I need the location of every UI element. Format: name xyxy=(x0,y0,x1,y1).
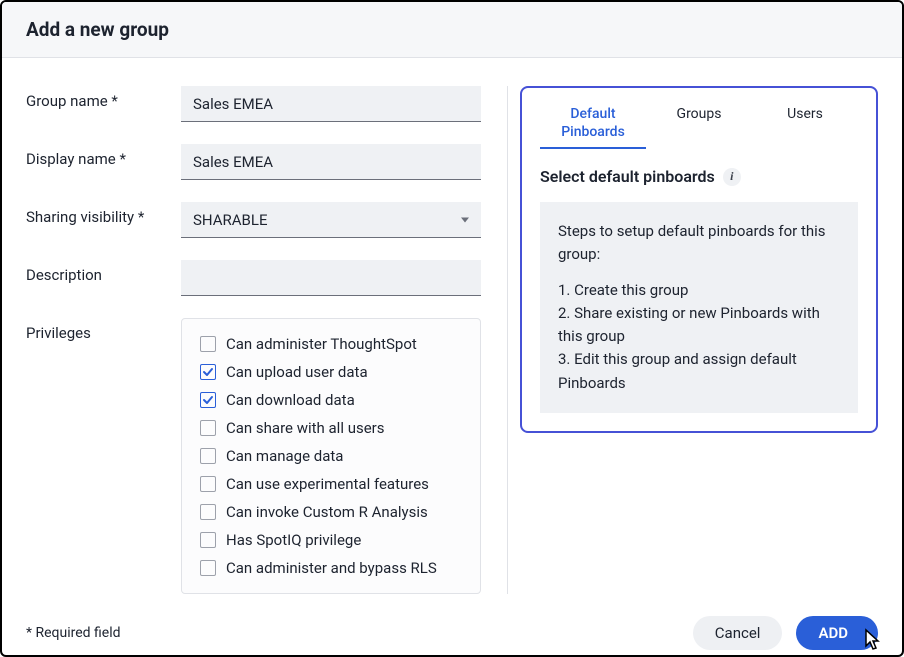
chevron-down-icon xyxy=(461,218,469,223)
privilege-item[interactable]: Can upload user data xyxy=(200,363,462,381)
step-3: 3. Edit this group and assign default Pi… xyxy=(558,348,840,395)
privilege-item[interactable]: Can administer and bypass RLS xyxy=(200,559,462,577)
form-column: Group name * Display name * Sharing visi… xyxy=(26,86,501,594)
steps-box: Steps to setup default pinboards for thi… xyxy=(540,202,858,413)
privilege-label: Can share with all users xyxy=(226,419,384,437)
privilege-label: Can upload user data xyxy=(226,363,368,381)
modal-title: Add a new group xyxy=(26,18,878,41)
steps-intro: Steps to setup default pinboards for thi… xyxy=(558,220,840,267)
section-title-row: Select default pinboards i xyxy=(540,167,858,186)
display-name-input[interactable] xyxy=(181,144,481,180)
privilege-label: Has SpotIQ privilege xyxy=(226,531,361,549)
privilege-item[interactable]: Can invoke Custom R Analysis xyxy=(200,503,462,521)
checkbox-checked-icon[interactable] xyxy=(200,364,216,380)
default-pinboards-panel: DefaultPinboardsGroupsUsers Select defau… xyxy=(520,86,878,433)
privilege-item[interactable]: Can manage data xyxy=(200,447,462,465)
row-display-name: Display name * xyxy=(26,144,481,180)
privilege-label: Can download data xyxy=(226,391,355,409)
right-column: DefaultPinboardsGroupsUsers Select defau… xyxy=(514,86,878,594)
section-title: Select default pinboards xyxy=(540,167,715,186)
label-group-name: Group name * xyxy=(26,86,181,110)
checkbox-icon[interactable] xyxy=(200,420,216,436)
checkbox-icon[interactable] xyxy=(200,504,216,520)
add-button[interactable]: ADD xyxy=(796,616,878,650)
sharing-visibility-value: SHARABLE xyxy=(193,211,268,229)
add-group-modal: Add a new group Group name * Display nam… xyxy=(0,0,904,657)
info-icon[interactable]: i xyxy=(723,168,741,186)
cancel-button[interactable]: Cancel xyxy=(693,616,783,650)
panel-tabs: DefaultPinboardsGroupsUsers xyxy=(540,100,858,149)
row-privileges: Privileges Can administer ThoughtSpotCan… xyxy=(26,318,481,594)
privilege-label: Can use experimental features xyxy=(226,475,429,493)
privilege-label: Can invoke Custom R Analysis xyxy=(226,503,428,521)
privilege-label: Can administer and bypass RLS xyxy=(226,559,437,577)
group-name-input[interactable] xyxy=(181,86,481,122)
row-group-name: Group name * xyxy=(26,86,481,122)
cursor-icon xyxy=(862,628,884,656)
required-field-note: * Required field xyxy=(26,625,121,641)
step-2: 2. Share existing or new Pinboards with … xyxy=(558,302,840,349)
tab-default-pinboards[interactable]: DefaultPinboards xyxy=(540,100,646,149)
description-input[interactable] xyxy=(181,260,481,296)
privilege-item[interactable]: Can download data xyxy=(200,391,462,409)
row-sharing-visibility: Sharing visibility * SHARABLE xyxy=(26,202,481,238)
label-privileges: Privileges xyxy=(26,318,181,342)
modal-body: Group name * Display name * Sharing visi… xyxy=(2,58,902,604)
label-description: Description xyxy=(26,260,181,284)
privilege-item[interactable]: Can use experimental features xyxy=(200,475,462,493)
checkbox-checked-icon[interactable] xyxy=(200,392,216,408)
checkbox-icon[interactable] xyxy=(200,448,216,464)
modal-footer: * Required field Cancel ADD xyxy=(2,604,902,657)
tab-users[interactable]: Users xyxy=(752,100,858,149)
privilege-label: Can administer ThoughtSpot xyxy=(226,335,417,353)
checkbox-icon[interactable] xyxy=(200,476,216,492)
label-display-name: Display name * xyxy=(26,144,181,168)
privilege-item[interactable]: Can share with all users xyxy=(200,419,462,437)
tab-groups[interactable]: Groups xyxy=(646,100,752,149)
row-description: Description xyxy=(26,260,481,296)
privilege-item[interactable]: Has SpotIQ privilege xyxy=(200,531,462,549)
vertical-divider xyxy=(507,86,508,594)
sharing-visibility-select[interactable]: SHARABLE xyxy=(181,202,481,238)
privilege-item[interactable]: Can administer ThoughtSpot xyxy=(200,335,462,353)
privileges-box: Can administer ThoughtSpot Can upload use… xyxy=(181,318,481,594)
add-button-label: ADD xyxy=(818,624,848,642)
checkbox-icon[interactable] xyxy=(200,532,216,548)
footer-actions: Cancel ADD xyxy=(693,616,878,650)
privilege-label: Can manage data xyxy=(226,447,343,465)
modal-header: Add a new group xyxy=(2,2,902,58)
step-1: 1. Create this group xyxy=(558,279,840,302)
checkbox-icon[interactable] xyxy=(200,560,216,576)
label-sharing-visibility: Sharing visibility * xyxy=(26,202,181,226)
checkbox-icon[interactable] xyxy=(200,336,216,352)
